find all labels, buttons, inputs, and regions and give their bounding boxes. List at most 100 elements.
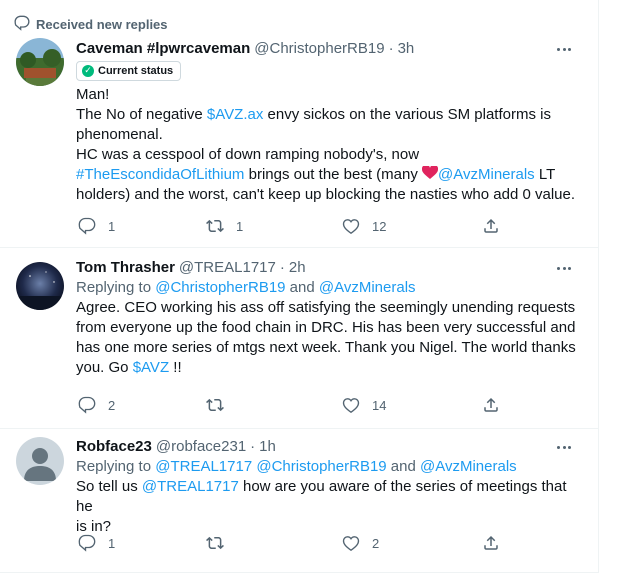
like-button[interactable]: 2 xyxy=(342,533,379,553)
reply-button[interactable]: 1 xyxy=(78,216,115,236)
text-fragment: So tell us xyxy=(76,478,142,495)
text-fragment: LT xyxy=(534,165,556,183)
replying-to: Replying to @TREAL1717 @ChristopherRB19 … xyxy=(76,457,584,477)
text-fragment: !! xyxy=(169,359,182,376)
text-line: you. Go $AVZ !! xyxy=(76,358,584,378)
text-line: #TheEscondidaOfLithium brings out the be… xyxy=(76,164,584,185)
user-handle[interactable]: @robface231 xyxy=(156,437,246,457)
replying-and: and xyxy=(285,279,319,296)
replying-prefix: Replying to xyxy=(76,458,156,475)
like-icon xyxy=(342,219,360,235)
heart-icon xyxy=(421,164,439,179)
tweet-text: Agree. CEO working his ass off satisfyin… xyxy=(76,298,584,378)
mention-link[interactable]: @AvzMinerals xyxy=(319,279,416,296)
mention-link[interactable]: @TREAL1717 xyxy=(142,478,239,495)
text-line: Man! xyxy=(76,85,110,103)
tweet-header: Tom Thrasher @TREAL1717 · 2h xyxy=(76,258,584,278)
share-button[interactable] xyxy=(482,533,500,553)
share-icon xyxy=(484,397,498,412)
share-button[interactable] xyxy=(482,395,500,415)
tweet-text: Man! The No of negative $AVZ.ax envy sic… xyxy=(76,85,584,205)
text-fragment: envy sickos on the various SM platforms … xyxy=(263,105,551,123)
mention-link[interactable]: @AvzMinerals xyxy=(438,166,535,183)
reply-button[interactable]: 2 xyxy=(78,395,115,415)
like-button[interactable]: 12 xyxy=(342,216,386,236)
reply-count: 1 xyxy=(108,218,116,234)
separator-dot: · xyxy=(388,40,394,57)
timestamp[interactable]: 3h xyxy=(398,39,415,59)
retweet-button[interactable]: 1 xyxy=(206,216,243,236)
retweet-button[interactable] xyxy=(206,395,236,415)
avatar[interactable] xyxy=(16,437,64,485)
separator-dot: · xyxy=(250,438,256,455)
column-border xyxy=(598,0,599,573)
status-badge[interactable]: ✓ Current status xyxy=(76,60,182,81)
reply-icon xyxy=(78,396,96,414)
action-bar: 2 14 xyxy=(76,395,516,415)
user-handle[interactable]: @ChristopherRB19 xyxy=(254,39,384,59)
user-handle[interactable]: @TREAL1717 xyxy=(179,258,276,278)
retweet-icon xyxy=(206,398,224,412)
more-options-button[interactable] xyxy=(554,258,574,278)
text-fragment: you. Go xyxy=(76,359,133,376)
share-icon xyxy=(484,218,498,233)
tweet[interactable]: Caveman #lpwrcaveman @ChristopherRB19 · … xyxy=(0,0,598,248)
display-name[interactable]: Tom Thrasher xyxy=(76,258,175,278)
more-options-button[interactable] xyxy=(554,39,574,59)
reply-icon xyxy=(78,217,96,235)
retweet-count: 1 xyxy=(236,218,244,234)
replying-prefix: Replying to xyxy=(76,279,156,296)
timestamp[interactable]: 1h xyxy=(259,437,276,457)
display-name[interactable]: Caveman #lpwrcaveman xyxy=(76,39,250,59)
mention-link[interactable]: @ChristopherRB19 xyxy=(155,279,285,296)
text-line: has one more series of mtgs next week. T… xyxy=(76,339,576,356)
text-line: from everyone up the food chain in DRC. … xyxy=(76,319,576,336)
text-fragment: The No of negative xyxy=(76,105,207,123)
more-icon xyxy=(557,266,561,270)
like-icon xyxy=(342,536,360,552)
retweet-button[interactable] xyxy=(206,533,236,553)
mention-link[interactable]: @TREAL1717 xyxy=(155,458,252,475)
retweet-icon xyxy=(206,219,224,233)
more-options-button[interactable] xyxy=(554,437,574,457)
text-line: HC was a cesspool of down ramping nobody… xyxy=(76,145,420,163)
more-icon xyxy=(557,47,561,51)
separator-dot: · xyxy=(279,259,285,276)
status-label: Current status xyxy=(98,64,174,77)
like-icon xyxy=(342,398,360,414)
reply-count: 2 xyxy=(108,397,116,413)
mention-link[interactable]: @ChristopherRB19 xyxy=(256,458,386,475)
action-bar: 1 1 12 xyxy=(76,216,516,236)
text-line: The No of negative $AVZ.ax envy sickos o… xyxy=(76,105,584,125)
like-button[interactable]: 14 xyxy=(342,395,386,415)
tweet-header: Robface23 @robface231 · 1h xyxy=(76,437,584,457)
display-name[interactable]: Robface23 xyxy=(76,437,152,457)
more-icon xyxy=(557,445,561,449)
replying-to: Replying to @ChristopherRB19 and @AvzMin… xyxy=(76,278,584,298)
cashtag-link[interactable]: $AVZ.ax xyxy=(207,106,263,123)
tweet[interactable]: Robface23 @robface231 · 1h Replying to @… xyxy=(0,429,598,573)
reply-button[interactable]: 1 xyxy=(78,533,115,553)
like-count: 14 xyxy=(372,397,387,413)
replying-and: and xyxy=(386,458,421,475)
reply-count: 1 xyxy=(108,535,116,551)
hashtag-link[interactable]: #TheEscondidaOfLithium xyxy=(76,166,244,183)
share-button[interactable] xyxy=(482,216,500,236)
avatar[interactable] xyxy=(16,38,64,86)
retweet-icon xyxy=(206,536,224,550)
like-count: 12 xyxy=(372,218,387,234)
tweet-text: So tell us @TREAL1717 how are you aware … xyxy=(76,477,584,537)
text-line: phenomenal. xyxy=(76,125,163,143)
mention-link[interactable]: @AvzMinerals xyxy=(420,458,517,475)
avatar[interactable] xyxy=(16,262,64,310)
text-fragment: brings out the best (many xyxy=(244,165,423,183)
cashtag-link[interactable]: $AVZ xyxy=(133,359,169,376)
reply-icon xyxy=(78,534,96,552)
tweet-header: Caveman #lpwrcaveman @ChristopherRB19 · … xyxy=(76,39,584,59)
status-row: ✓ Current status xyxy=(76,60,584,81)
text-line: So tell us @TREAL1717 how are you aware … xyxy=(76,477,584,517)
text-line: Agree. CEO working his ass off satisfyin… xyxy=(76,299,576,316)
tweet[interactable]: Tom Thrasher @TREAL1717 · 2h Replying to… xyxy=(0,248,598,429)
text-line: holders) and the worst, can't keep up bl… xyxy=(76,185,576,203)
timestamp[interactable]: 2h xyxy=(289,258,306,278)
